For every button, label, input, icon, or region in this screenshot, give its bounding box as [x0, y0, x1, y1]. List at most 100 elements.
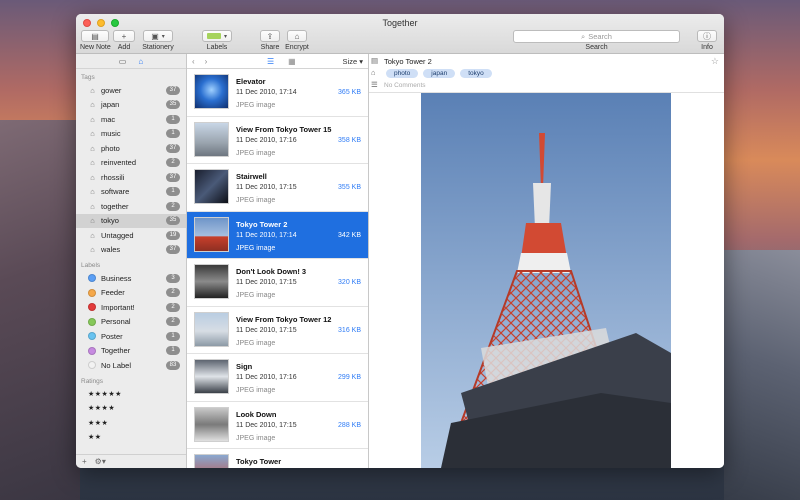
new-note-button[interactable]: ▤ New Note — [80, 30, 111, 51]
comment-field[interactable]: No Comments — [384, 82, 426, 89]
note-list-item[interactable]: Look Down 11 Dec 2010, 17:15 288 KB JPEG im… — [187, 402, 368, 449]
sidebar-tag-item[interactable]: ⌂ music 1 — [76, 127, 186, 142]
note-title: Look Down — [236, 409, 277, 419]
encrypt-button[interactable]: ⌂ Encrypt — [284, 30, 310, 51]
label-color-icon — [88, 346, 96, 355]
sidebar-rating-item[interactable]: ★★★★★ — [76, 387, 186, 402]
note-thumbnail — [194, 454, 229, 468]
sidebar-tag-item[interactable]: ⌂ wales 37 — [76, 243, 186, 258]
sidebar: ▭ ⌂ Tags ⌂ gower 37 ⌂ japan 35 ⌂ mac 1 ⌂ music 1 ⌂ ph… — [76, 54, 187, 468]
sidebar-tag-item[interactable]: ⌂ reinvented 2 — [76, 156, 186, 171]
sidebar-tag-item[interactable]: ⌂ tokyo 35 — [76, 213, 186, 228]
note-title: Tokyo Tower 2 — [236, 219, 288, 229]
sidebar-tag-item[interactable]: ⌂ together 2 — [76, 199, 186, 214]
tag-icon: ⌂ — [90, 230, 95, 240]
count-badge: 37 — [166, 245, 180, 255]
search-label: Search — [585, 44, 608, 51]
count-badge: 2 — [166, 288, 180, 298]
plus-icon: + — [113, 30, 135, 42]
note-list-item[interactable]: Elevator 11 Dec 2010, 17:14 365 KB JPEG ima… — [187, 69, 368, 117]
note-list-item[interactable]: Sign 11 Dec 2010, 17:16 299 KB JPEG image — [187, 354, 368, 402]
sidebar-label-item[interactable]: Feeder 2 — [76, 286, 186, 301]
add-icon[interactable]: + — [82, 457, 87, 466]
sidebar-label-label: Business — [101, 273, 132, 283]
gear-icon[interactable]: ⚙▾ — [95, 457, 106, 466]
sidebar-label-label: Feeder — [101, 288, 125, 298]
rating-stars: ★★★★ — [88, 405, 116, 413]
note-size: 288 KB — [338, 421, 361, 429]
desktop-wallpaper-left — [0, 120, 80, 500]
note-list-item[interactable]: View From Tokyo Tower 15 11 Dec 2010, 17:… — [187, 117, 368, 164]
share-button[interactable]: ⇪ Share — [259, 30, 281, 51]
note-list-item[interactable]: View From Tokyo Tower 12 11 Dec 2010, 17:… — [187, 307, 368, 354]
tag-token[interactable]: japan — [423, 69, 456, 78]
tag-token[interactable]: tokyo — [460, 69, 492, 78]
sidebar-tag-label: gower — [101, 85, 122, 95]
sidebar-tag-item[interactable]: ⌂ software 1 — [76, 185, 186, 200]
sidebar-tag-item[interactable]: ⌂ Untagged 19 — [76, 228, 186, 243]
notes-container: Elevator 11 Dec 2010, 17:14 365 KB JPEG ima… — [187, 69, 368, 468]
tag-icon[interactable]: ⌂ — [138, 57, 143, 66]
sidebar-tag-item[interactable]: ⌂ gower 37 — [76, 83, 186, 98]
sidebar-tag-label: software — [101, 187, 130, 197]
note-title-field[interactable]: Tokyo Tower 2 — [384, 57, 432, 66]
sidebar-label-item[interactable]: Business 3 — [76, 271, 186, 286]
note-date: 11 Dec 2010, 17:15 — [236, 184, 297, 191]
note-thumbnail — [194, 359, 229, 394]
titlebar: Together ▤ New Note + Add ▣ ▾ Stationery … — [76, 14, 724, 54]
sidebar-tag-label: tokyo — [101, 216, 119, 226]
note-list-item[interactable]: Tokyo Tower — [187, 449, 368, 468]
note-date: 11 Dec 2010, 17:16 — [236, 136, 297, 144]
sidebar-tag-label: together — [101, 201, 129, 211]
count-badge: 1 — [166, 114, 180, 124]
note-list-item[interactable]: Stairwell 11 Dec 2010, 17:15 355 KB JPEG im… — [187, 164, 368, 212]
ratings-header: Ratings — [81, 377, 104, 385]
stationery-button[interactable]: ▣ ▾ Stationery — [140, 30, 176, 51]
note-size: 355 KB — [338, 184, 361, 191]
search-input[interactable]: ⌕ Search — [513, 30, 680, 43]
note-date: 11 Dec 2010, 17:15 — [236, 326, 297, 334]
folder-icon[interactable]: ▭ — [119, 57, 127, 66]
star-icon[interactable]: ☆ — [711, 56, 719, 67]
note-type: JPEG image — [236, 339, 276, 347]
sidebar-label-item[interactable]: Important! 2 — [76, 300, 186, 315]
note-list-item[interactable]: Tokyo Tower 2 11 Dec 2010, 17:14 342 KB JPE… — [187, 211, 368, 259]
count-badge: 1 — [166, 346, 180, 356]
sidebar-rating-item[interactable]: ★★ — [76, 430, 186, 445]
forward-icon[interactable]: › — [205, 57, 208, 66]
sidebar-tag-label: rhossili — [101, 172, 125, 182]
add-button[interactable]: + Add — [112, 30, 136, 51]
sidebar-mode-bar: ▭ ⌂ — [76, 54, 186, 69]
note-type: JPEG image — [236, 434, 276, 442]
note-title: Elevator — [236, 77, 266, 86]
tag-icon: ⌂ — [90, 245, 95, 255]
sort-menu[interactable]: Size ▾ — [343, 57, 363, 66]
sidebar-tag-item[interactable]: ⌂ mac 1 — [76, 112, 186, 127]
sidebar-label-label: Personal — [101, 317, 131, 327]
count-badge: 2 — [166, 158, 180, 168]
tag-icon: ⌂ — [90, 172, 95, 182]
sidebar-tag-item[interactable]: ⌂ japan 35 — [76, 98, 186, 113]
sidebar-label-item[interactable]: Poster 1 — [76, 329, 186, 344]
note-size: 320 KB — [338, 279, 361, 286]
sidebar-tag-item[interactable]: ⌂ rhossili 37 — [76, 170, 186, 185]
note-list-item[interactable]: Don't Look Down! 3 11 Dec 2010, 17:15 320 … — [187, 259, 368, 307]
sidebar-label-item[interactable]: Together 1 — [76, 344, 186, 359]
sidebar-label-item[interactable]: No Label 83 — [76, 358, 186, 373]
sidebar-label-item[interactable]: Personal 2 — [76, 315, 186, 330]
list-view-icon[interactable]: ☰ — [267, 57, 274, 66]
grid-view-icon[interactable]: ▦ — [288, 57, 296, 66]
note-thumbnail — [194, 406, 229, 442]
count-badge: 2 — [166, 302, 180, 312]
note-thumbnail — [194, 169, 229, 204]
sidebar-rating-item[interactable]: ★★★★ — [76, 401, 186, 416]
labels-button[interactable]: ▾ Labels — [201, 30, 233, 51]
info-button[interactable]: ⓘ Info — [696, 30, 718, 51]
sidebar-tag-item[interactable]: ⌂ photo 37 — [76, 141, 186, 156]
note-size: 316 KB — [338, 326, 361, 334]
note-size: 299 KB — [338, 374, 361, 381]
sidebar-rating-item[interactable]: ★★★ — [76, 416, 186, 431]
tag-token-field[interactable]: photo japan tokyo — [386, 69, 492, 78]
back-icon[interactable]: ‹ — [192, 57, 195, 66]
tag-token[interactable]: photo — [386, 69, 419, 78]
